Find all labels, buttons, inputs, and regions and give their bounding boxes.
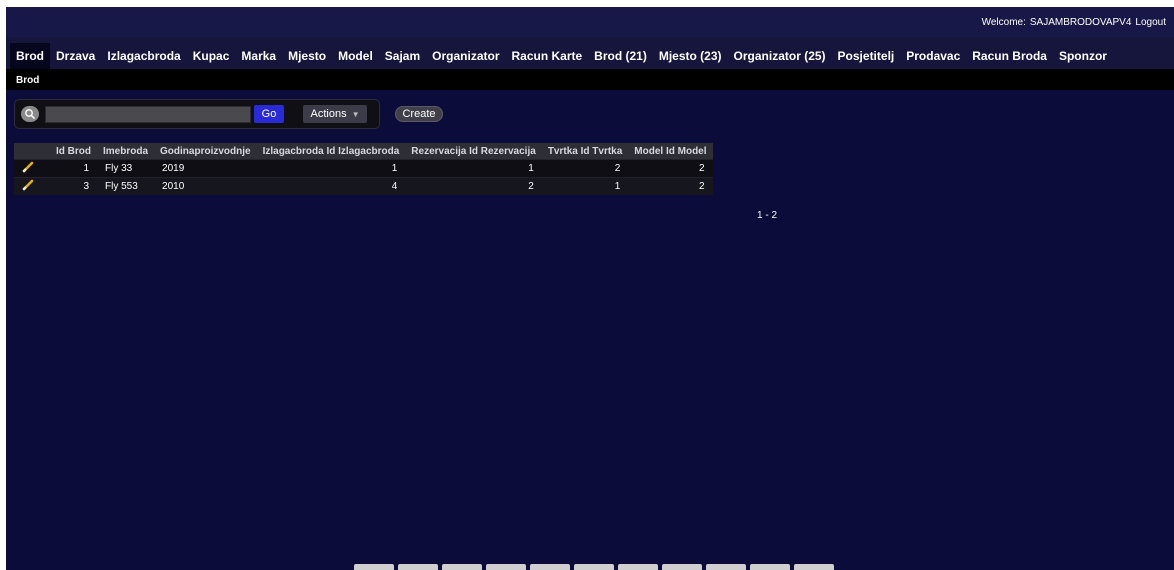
actions-menu-button[interactable]: Actions ▼ [303,105,367,123]
table-header-row: Id Brod Imebroda Godinaproizvodnje Izlagacb… [14,143,713,160]
breadcrumb-current: Brod [16,74,40,86]
table-cell: 2 [405,177,542,195]
tab-prodavac[interactable]: Prodavac [900,43,966,69]
dev-toolbar-button[interactable] [706,564,746,570]
actions-label: Actions [310,108,347,120]
dev-toolbar-button[interactable] [794,564,834,570]
dev-toolbar-button[interactable] [662,564,702,570]
dev-toolbar-button[interactable] [530,564,570,570]
welcome-label: Welcome: [981,16,1026,28]
chevron-down-icon: ▼ [351,109,360,119]
tab-posjetitelj[interactable]: Posjetitelj [832,43,901,69]
logout-link[interactable]: Logout [1135,17,1166,28]
dev-toolbar-button[interactable] [398,564,438,570]
search-icon[interactable] [21,106,39,122]
table-cell: 2 [541,159,629,178]
table-cell: 1 [541,177,629,195]
welcome-bar: Welcome: SAJAMBRODOVAPV4 Logout [6,7,1174,37]
edit-column-header [14,143,50,160]
tab-mjesto[interactable]: Mjesto [282,43,332,69]
edit-cell [14,177,50,195]
tab-izlagacbroda[interactable]: Izlagacbroda [101,43,186,69]
column-header[interactable]: Imebroda [97,143,155,160]
tab-organizator-25[interactable]: Organizator (25) [728,43,832,69]
dev-toolbar-button[interactable] [442,564,482,570]
table-cell: 2010 [154,177,257,195]
dev-toolbar-button[interactable] [486,564,526,570]
dev-toolbar-button[interactable] [750,564,790,570]
developer-toolbar [354,564,834,570]
breadcrumb: Brod [6,70,1174,90]
column-header[interactable]: Izlagacbroda Id Izlagacbroda [256,143,406,160]
table-cell: 1 [405,159,542,178]
table-cell: 2019 [154,159,257,178]
dev-toolbar-button[interactable] [574,564,614,570]
report-table: Id Brod Imebroda Godinaproizvodnje Izlagacb… [14,143,713,195]
column-header[interactable]: Godinaproizvodnje [154,143,257,160]
tab-sajam[interactable]: Sajam [379,43,426,69]
tab-sponzor[interactable]: Sponzor [1053,43,1113,69]
search-toolbar: Go Actions ▼ [14,99,380,129]
create-button[interactable]: Create [395,106,443,122]
dev-toolbar-button[interactable] [354,564,394,570]
column-header[interactable]: Id Brod [50,143,97,160]
go-button[interactable]: Go [254,105,284,123]
table-cell: Fly 33 [97,159,155,178]
search-input[interactable] [45,106,251,123]
pencil-icon[interactable] [22,161,34,176]
pencil-icon[interactable] [22,179,34,194]
table-cell: 2 [628,177,713,195]
dev-toolbar-button[interactable] [618,564,658,570]
tab-brod-21[interactable]: Brod (21) [588,43,653,69]
table-cell: 2 [628,159,713,178]
tab-model[interactable]: Model [332,43,379,69]
main-nav-tabs: Brod Drzava Izlagacbroda Kupac Marka Mjesto Mo… [6,37,1174,70]
column-header[interactable]: Model Id Model [628,143,713,160]
tab-brod[interactable]: Brod [10,43,50,69]
column-header[interactable]: Rezervacija Id Rezervacija [405,143,542,160]
column-header[interactable]: Tvrtka Id Tvrtka [541,143,629,160]
table-cell: 4 [256,177,406,195]
username: SAJAMBRODOVAPV4 [1029,16,1132,28]
tab-racun-broda[interactable]: Racun Broda [966,43,1053,69]
tab-mjesto-23[interactable]: Mjesto (23) [653,43,728,69]
tab-organizator[interactable]: Organizator [426,43,505,69]
tab-racun-karte[interactable]: Racun Karte [505,43,588,69]
table-cell: 3 [50,177,97,195]
table-row: 3 Fly 553 2010 4 2 1 2 [14,177,713,195]
pagination-range: 1 - 2 [757,210,778,221]
tab-kupac[interactable]: Kupac [187,43,236,69]
table-row: 1 Fly 33 2019 1 1 2 2 [14,159,713,178]
table-cell: 1 [256,159,406,178]
app-window: Welcome: SAJAMBRODOVAPV4 Logout Brod Drza… [6,7,1174,570]
table-cell: 1 [50,159,97,178]
table-cell: Fly 553 [97,177,155,195]
tab-drzava[interactable]: Drzava [50,43,101,69]
edit-cell [14,159,50,178]
tab-marka[interactable]: Marka [235,43,282,69]
